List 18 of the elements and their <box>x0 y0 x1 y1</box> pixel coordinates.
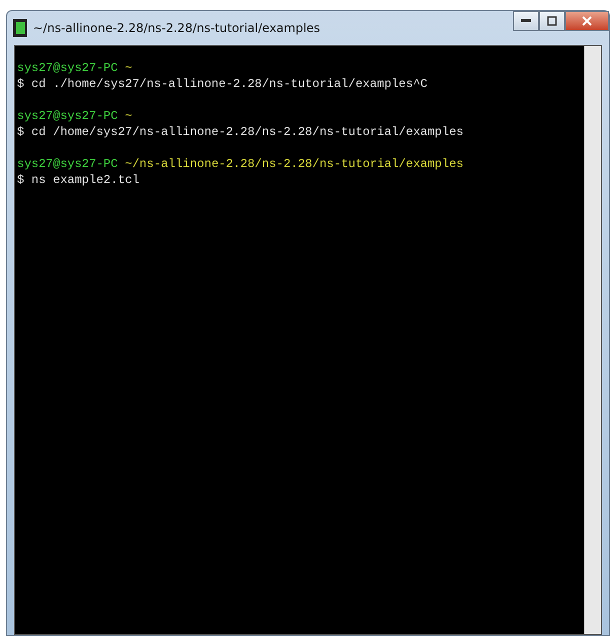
close-button[interactable] <box>565 11 609 31</box>
minimize-button[interactable] <box>513 11 539 31</box>
scrollbar[interactable] <box>584 46 601 634</box>
prompt-path: ~ <box>125 61 132 75</box>
maximize-icon <box>547 16 557 26</box>
maximize-button[interactable] <box>539 11 565 31</box>
minimize-icon <box>521 19 531 23</box>
window-title: ~/ns-allinone-2.28/ns-2.28/ns-tutorial/examples <box>33 21 322 35</box>
prompt-user: sys27@sys27-PC <box>17 109 118 123</box>
prompt-path: ~ <box>125 109 132 123</box>
prompt-path: ~/ns-allinone-2.28/ns-2.28/ns-tutorial/examples <box>125 157 464 171</box>
prompt-user: sys27@sys27-PC <box>17 61 118 75</box>
command-line: $ ns example2.tcl <box>17 173 140 187</box>
command-line: $ cd ./home/sys27/ns-allinone-2.28/ns-tutorial/examples^C <box>17 77 428 91</box>
command-line: $ cd /home/sys27/ns-allinone-2.28/ns-2.28/ns-tutorial/examples <box>17 125 464 139</box>
close-icon <box>582 16 592 26</box>
prompt-user: sys27@sys27-PC <box>17 157 118 171</box>
terminal-icon <box>13 19 27 37</box>
